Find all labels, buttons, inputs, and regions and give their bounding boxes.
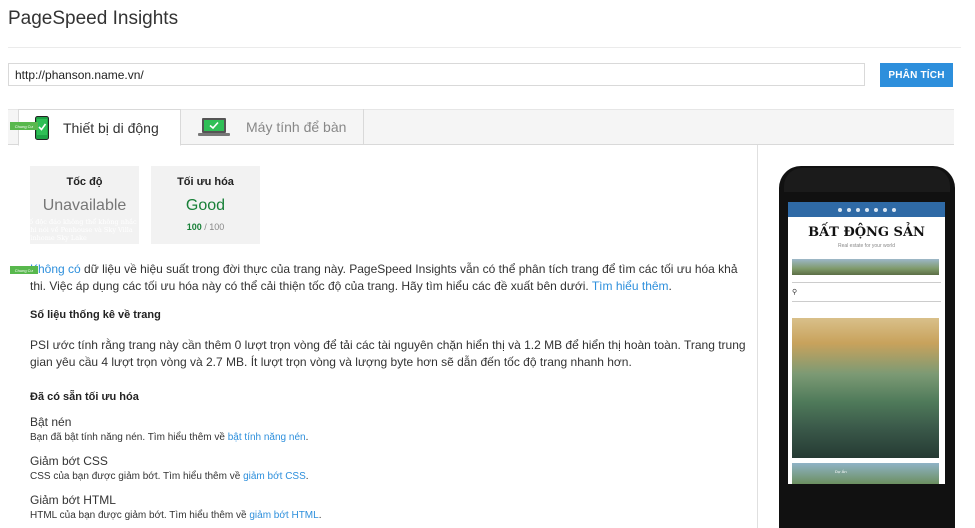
- preview-hero-image: [792, 318, 939, 458]
- preview-banner-image: [792, 259, 939, 275]
- mobile-preview-screen: BẤT ĐỘNG SẢN Real estate for your world …: [788, 202, 945, 484]
- opt-desc-text: HTML của bạn được giảm bớt. Tìm hiểu thê…: [30, 510, 250, 521]
- preview-category-extra: Dự Án: [835, 469, 847, 474]
- opt-desc-html: HTML của bạn được giảm bớt. Tìm hiểu thê…: [30, 510, 321, 521]
- optimization-score-card: Tối ưu hóa Good 100 / 100: [151, 166, 260, 244]
- preview-social-bar: [788, 202, 945, 217]
- optimization-score-number: 100: [186, 222, 202, 232]
- preview-divider: [757, 145, 758, 528]
- opt-link-html[interactable]: giảm bớt HTML: [249, 510, 318, 521]
- analyze-button[interactable]: PHÂN TÍCH: [880, 63, 953, 87]
- desktop-laptop-icon: [198, 117, 230, 137]
- summary-end: .: [668, 279, 672, 293]
- preview-site-tagline: Real estate for your world: [838, 243, 895, 249]
- preview-category-badge-2: Chung Cư: [10, 266, 38, 274]
- preview-second-card: [792, 463, 939, 484]
- tab-mobile-label: Thiết bị di động: [63, 119, 159, 136]
- opt-desc-compression: Bạn đã bật tính năng nén. Tìm hiểu thêm …: [30, 432, 308, 443]
- page-title: PageSpeed Insights: [8, 8, 179, 29]
- title-divider: [8, 47, 961, 48]
- url-input[interactable]: [8, 63, 865, 86]
- preview-category-badge: Chung Cư: [10, 122, 38, 130]
- opt-desc-end: .: [318, 510, 322, 521]
- tab-desktop-label: Máy tính để bàn: [246, 119, 347, 135]
- search-icon: ⚲: [792, 289, 798, 296]
- stats-heading: Số liệu thống kê về trang: [30, 309, 161, 321]
- opt-desc-text: Bạn đã bật tính năng nén. Tìm hiểu thêm …: [30, 432, 228, 443]
- speed-label: Tốc độ: [66, 176, 103, 188]
- opt-desc-text: CSS của bạn được giảm bớt. Tìm hiểu thêm…: [30, 471, 244, 482]
- optimization-score-max: / 100: [204, 222, 225, 232]
- tab-desktop[interactable]: Máy tính để bàn: [182, 109, 364, 145]
- summary-paragraph: Không có dữ liệu về hiệu suất trong đời …: [30, 261, 746, 295]
- optimization-score: 100 / 100: [151, 222, 260, 232]
- opt-link-compression[interactable]: bật tính năng nén: [228, 432, 306, 443]
- tab-mobile[interactable]: Thiết bị di động: [18, 109, 181, 146]
- opt-title-css: Giảm bớt CSS: [30, 454, 108, 468]
- stats-paragraph: PSI ước tính rằng trang này cần thêm 0 l…: [30, 338, 746, 369]
- optimization-value: Good: [185, 197, 226, 214]
- opt-desc-css: CSS của bạn được giảm bớt. Tìm hiểu thêm…: [30, 471, 309, 482]
- opt-title-compression: Bật nén: [30, 415, 72, 429]
- preview-site-brand: BẤT ĐỘNG SẢN: [808, 225, 925, 240]
- phone-bottom-bezel: [779, 484, 955, 528]
- opt-desc-end: .: [305, 471, 309, 482]
- opt-link-css[interactable]: giảm bớt CSS: [243, 471, 306, 482]
- preview-headline: Yếu tố độc đáo không thể không nhắc đến …: [12, 218, 137, 242]
- learn-more-link[interactable]: Tìm hiểu thêm: [592, 279, 669, 293]
- speed-value: Unavailable: [42, 197, 127, 214]
- opt-title-html: Giảm bớt HTML: [30, 493, 116, 507]
- optimizations-heading: Đã có sẵn tối ưu hóa: [30, 391, 139, 403]
- phone-speaker-bezel: [784, 168, 950, 192]
- optimization-label: Tối ưu hóa: [177, 176, 234, 188]
- opt-desc-end: .: [305, 432, 309, 443]
